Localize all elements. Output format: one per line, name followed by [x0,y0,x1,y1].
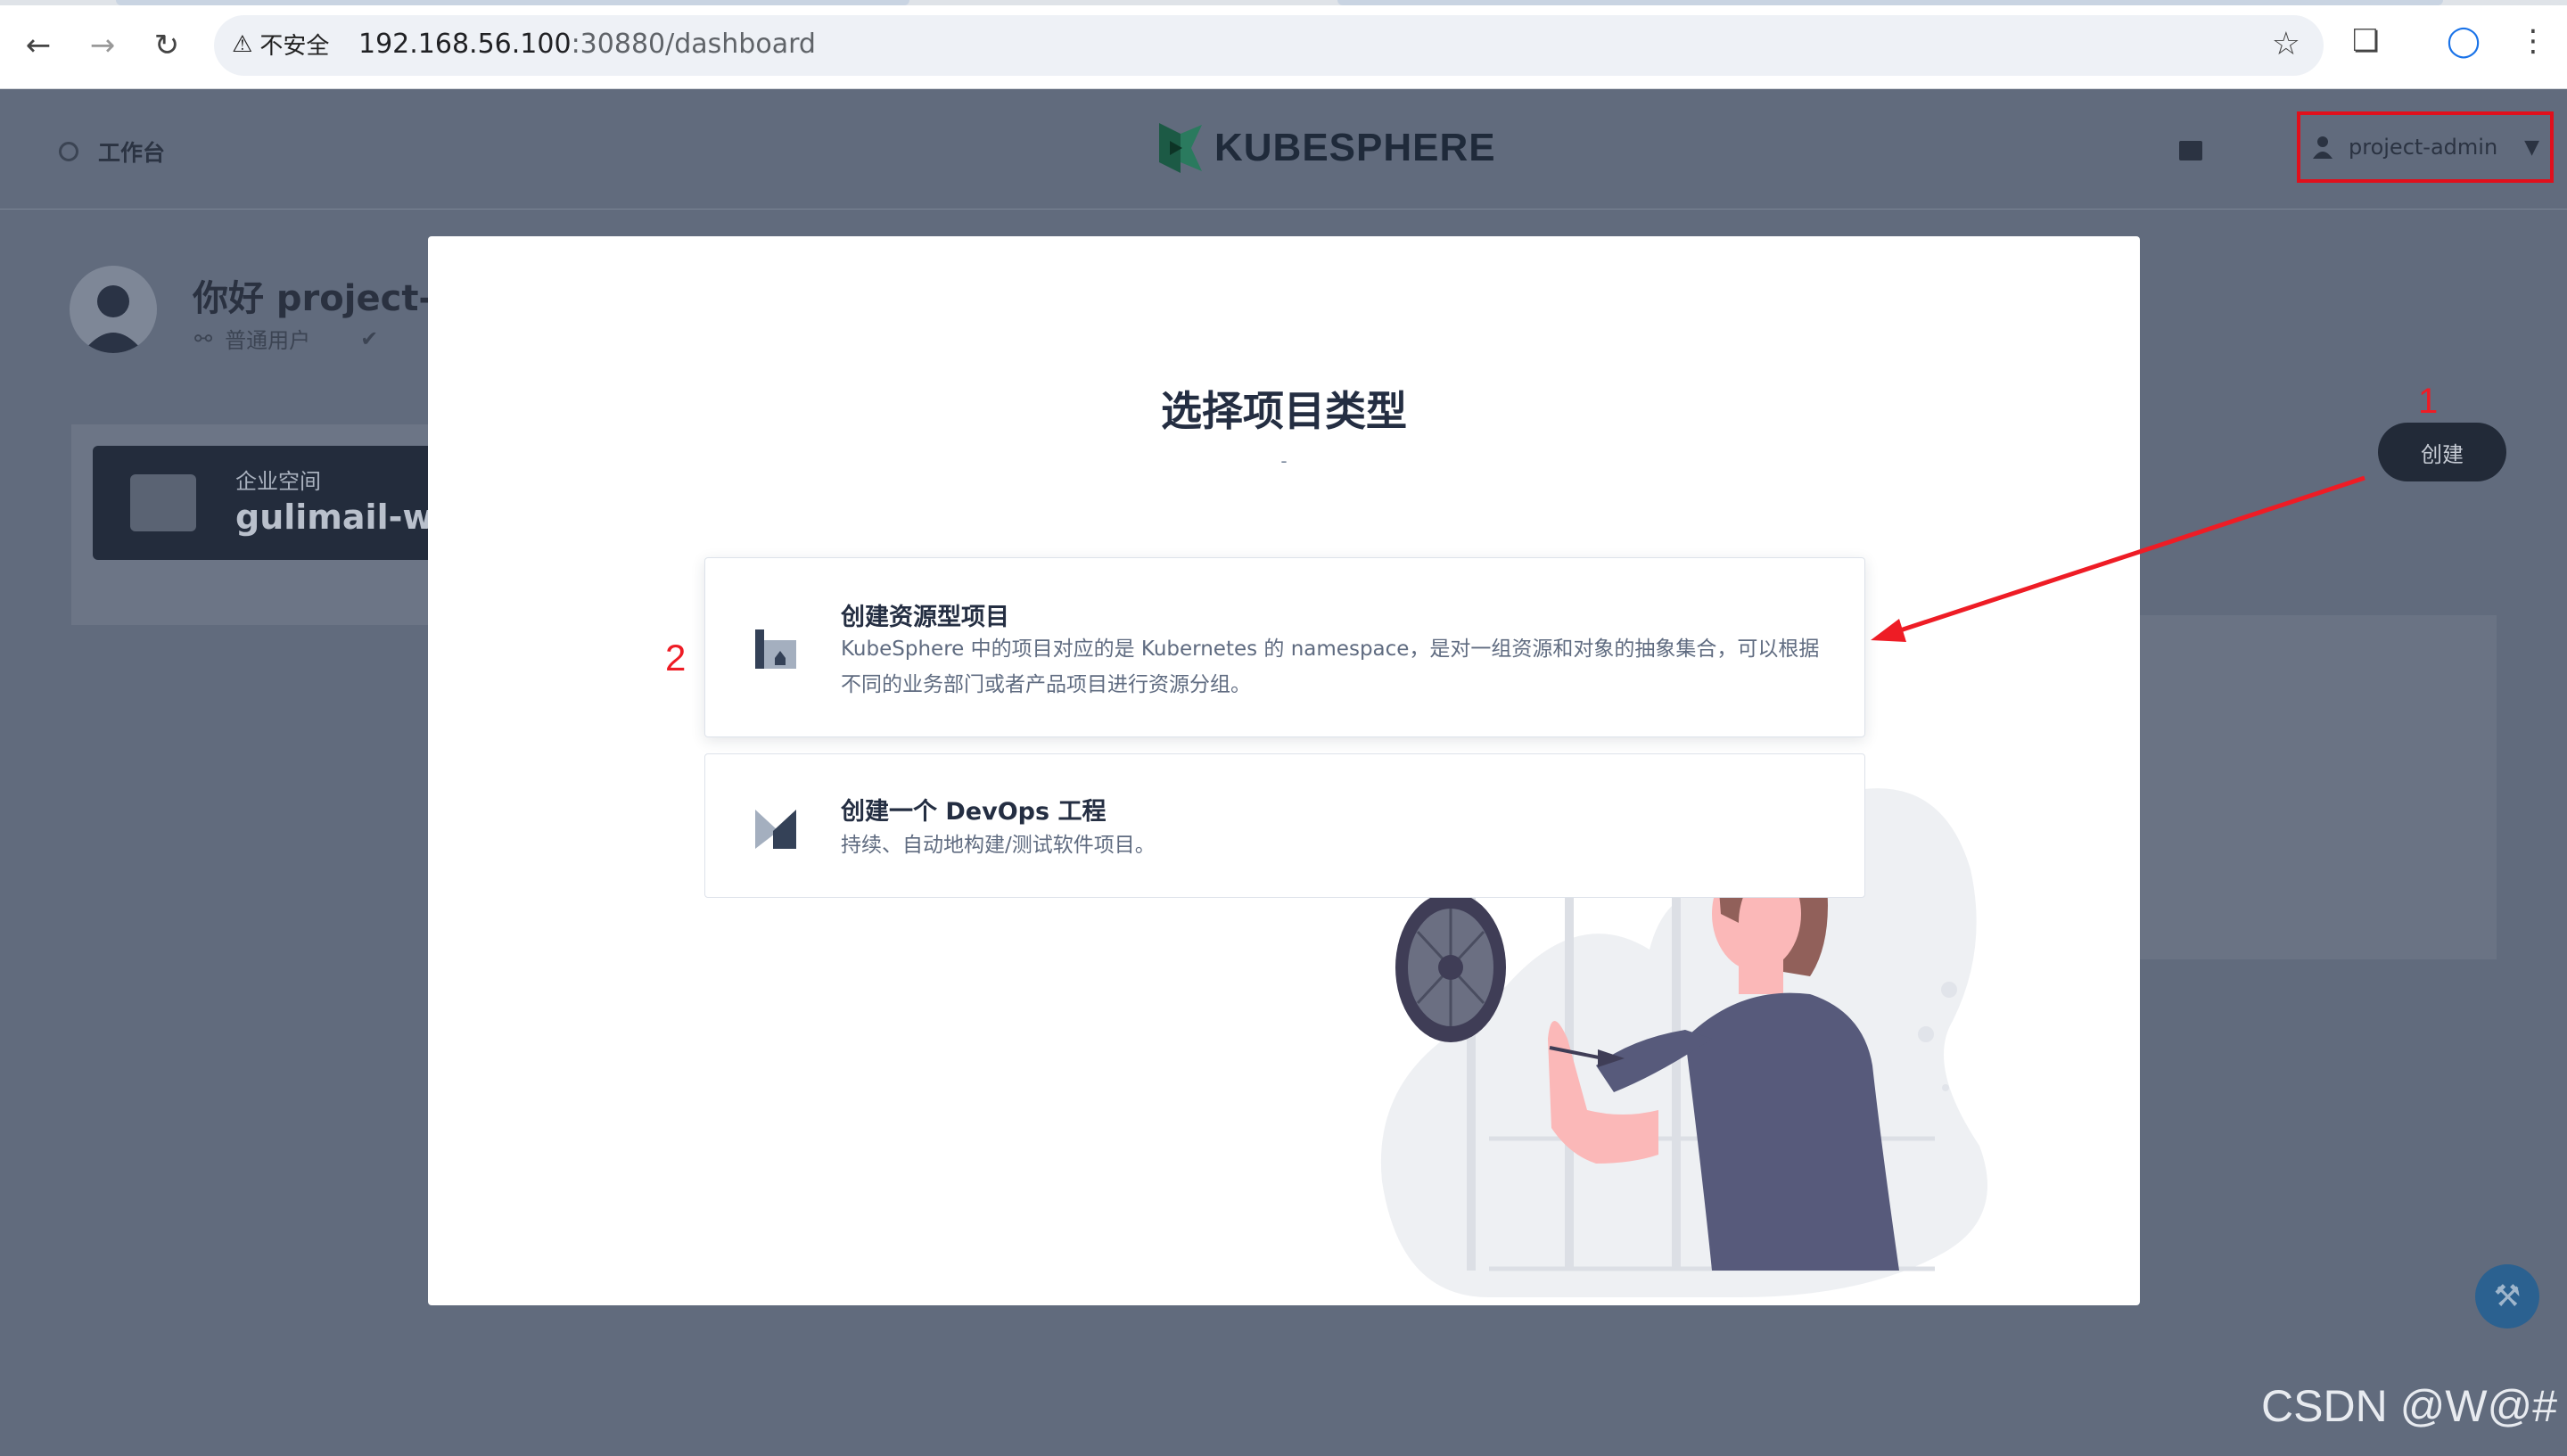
watermark: CSDN @W@# [2261,1381,2558,1431]
annotation-arrow [1871,475,2365,642]
